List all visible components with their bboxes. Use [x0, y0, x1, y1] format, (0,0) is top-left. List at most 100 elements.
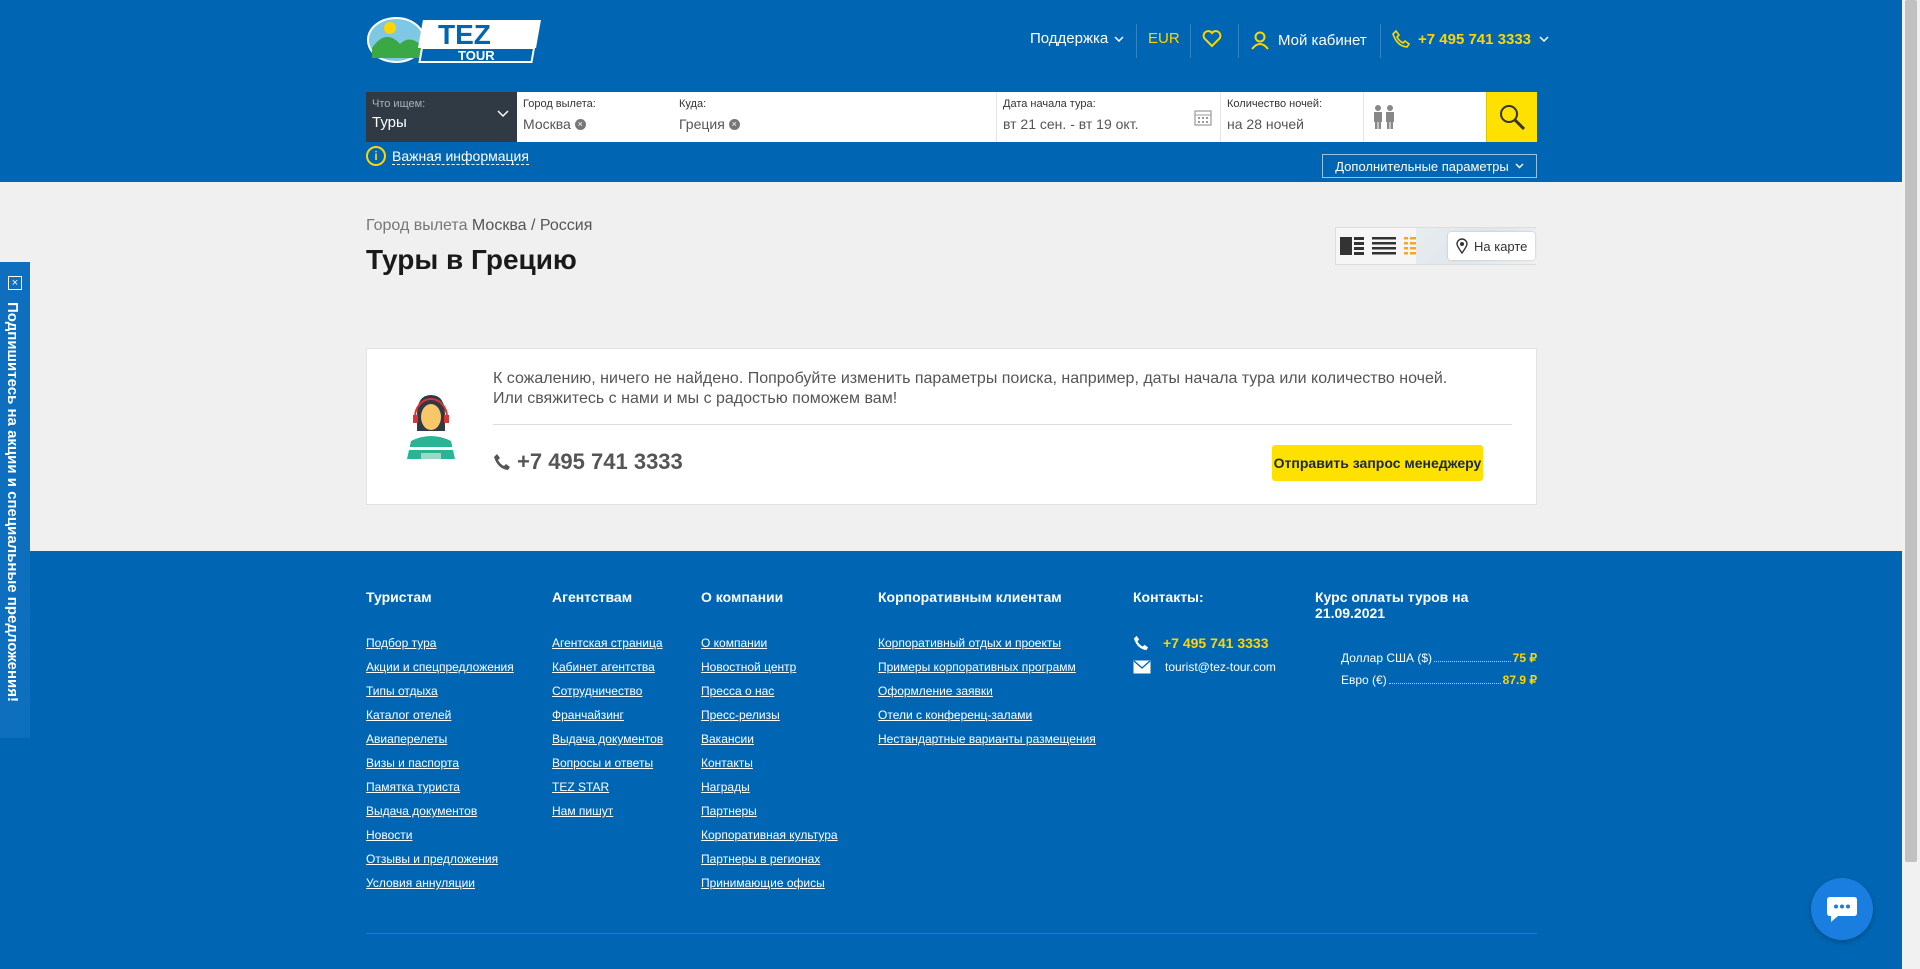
page-scrollbar[interactable] — [1902, 0, 1920, 969]
footer-link[interactable]: Типы отдыха — [366, 679, 514, 703]
footer-link[interactable]: Кабинет агентства — [552, 655, 663, 679]
footer-link[interactable]: Подбор тура — [366, 631, 514, 655]
support-label: Поддержка — [1030, 30, 1109, 47]
favorites-button[interactable] — [1202, 30, 1222, 53]
chevron-down-icon — [1114, 35, 1124, 42]
footer-tourists-title: Туристам — [366, 589, 432, 605]
footer-link[interactable]: Пресса о нас — [701, 679, 838, 703]
map-view-button[interactable]: На карте — [1448, 232, 1536, 260]
header-phone[interactable]: +7 495 741 3333 — [1392, 30, 1549, 48]
footer-link[interactable]: Оформление заявки — [878, 679, 1096, 703]
map-pin-icon — [1456, 238, 1468, 254]
important-info-label: Важная информация — [392, 147, 529, 165]
tour-dates-value: вт 21 сен. - вт 19 окт. — [1003, 116, 1139, 132]
footer-link[interactable]: Отели с конференц-залами — [878, 703, 1096, 727]
close-icon[interactable]: × — [8, 276, 22, 290]
footer-link[interactable]: Франчайзинг — [552, 703, 663, 727]
footer-link[interactable]: Выдача документов — [366, 799, 514, 823]
grid-view-icon — [1340, 237, 1364, 255]
footer-link[interactable]: Партнеры — [701, 799, 838, 823]
footer-link[interactable]: Сотрудничество — [552, 679, 663, 703]
footer-link[interactable]: Корпоративный отдых и проекты — [878, 631, 1096, 655]
footer-link[interactable]: Условия аннуляции — [366, 871, 514, 895]
map-view-label: На карте — [1474, 238, 1528, 254]
footer-link[interactable]: Агентская страница — [552, 631, 663, 655]
travelers-field[interactable] — [1364, 92, 1486, 142]
chevron-down-icon — [497, 110, 509, 118]
my-cabinet-link[interactable]: Мой кабинет — [1250, 30, 1367, 50]
footer-link[interactable]: Новостной центр — [701, 655, 838, 679]
view-grid-button[interactable] — [1336, 228, 1368, 264]
footer-contacts-title: Контакты: — [1133, 589, 1204, 605]
tour-dates-field[interactable]: Дата начала тура: вт 21 сен. - вт 19 окт… — [997, 92, 1221, 142]
nav-divider — [1380, 24, 1381, 58]
scrollbar-thumb[interactable] — [1905, 0, 1917, 862]
clear-departure-icon[interactable]: × — [574, 118, 586, 130]
departure-city-field[interactable]: Город вылета: Москва × — [517, 92, 673, 142]
search-button[interactable] — [1486, 92, 1537, 142]
footer-link[interactable]: Памятка туриста — [366, 775, 514, 799]
info-icon: i — [366, 146, 386, 166]
footer-link[interactable]: Корпоративная культура — [701, 823, 838, 847]
svg-text:TOUR: TOUR — [458, 48, 495, 63]
send-request-button[interactable]: Отправить запрос менеджеру — [1272, 445, 1483, 481]
footer-link[interactable]: Визы и паспорта — [366, 751, 514, 775]
footer-col-contacts: Контакты: +7 495 741 3333 tourist@tez-to… — [1133, 589, 1276, 679]
chat-bubble-icon — [1827, 897, 1857, 922]
footer-link[interactable]: Контакты — [701, 751, 838, 775]
nights-value: на 28 ночей — [1227, 116, 1304, 132]
footer-link[interactable]: Принимающие офисы — [701, 871, 838, 895]
tour-search-bar: Что ищем: Туры Город вылета: Москва × Куд… — [366, 92, 1537, 142]
chat-button[interactable] — [1811, 878, 1873, 940]
footer-link[interactable]: Новости — [366, 823, 514, 847]
chevron-down-icon — [1539, 36, 1549, 42]
site-footer: Туристам Подбор тура Акции и спецпредлож… — [0, 551, 1902, 969]
destination-field[interactable]: Куда: Греция × — [673, 92, 997, 142]
nights-field[interactable]: Количество ночей: на 28 ночей — [1221, 92, 1364, 142]
footer-link[interactable]: Авиаперелеты — [366, 727, 514, 751]
user-icon — [1251, 31, 1269, 50]
footer-col-company: О компании О компании Новостной центр Пр… — [701, 589, 838, 895]
footer-link[interactable]: Отзывы и предложения — [366, 847, 514, 871]
search-type-select[interactable]: Что ищем: Туры — [366, 92, 517, 142]
footer-link[interactable]: Нам пишут — [552, 799, 663, 823]
currency-switch[interactable]: EUR — [1148, 30, 1180, 47]
footer-rates-title: Курс оплаты туров на 21.09.2021 — [1315, 589, 1469, 621]
footer-link[interactable]: Каталог отелей — [366, 703, 514, 727]
footer-link[interactable]: Акции и спецпредложения — [366, 655, 514, 679]
view-list-button[interactable] — [1368, 228, 1400, 264]
page-title: Туры в Грецию — [366, 244, 577, 275]
footer-col-tourists: Туристам Подбор тура Акции и спецпредлож… — [366, 589, 514, 895]
footer-link[interactable]: Награды — [701, 775, 838, 799]
phone-icon — [1392, 30, 1410, 48]
footer-link[interactable]: О компании — [701, 631, 838, 655]
rate-value: 87.9 ₽ — [1502, 673, 1537, 687]
footer-link[interactable]: Вакансии — [701, 727, 838, 751]
breadcrumb-city: Москва / Россия — [471, 217, 593, 234]
subscribe-side-tab[interactable]: × Подпишитесь на акции и специальные пре… — [0, 262, 30, 738]
nav-divider — [1136, 24, 1137, 58]
footer-company-title: О компании — [701, 589, 784, 605]
footer-email[interactable]: tourist@tez-tour.com — [1133, 655, 1276, 679]
support-menu[interactable]: Поддержка — [1030, 30, 1124, 47]
calendar-icon[interactable] — [1194, 108, 1212, 126]
clear-destination-icon[interactable]: × — [728, 118, 740, 130]
footer-link[interactable]: Выдача документов — [552, 727, 663, 751]
footer-link[interactable]: Вопросы и ответы — [552, 751, 663, 775]
extra-params-button[interactable]: Дополнительные параметры — [1322, 154, 1537, 178]
footer-link[interactable]: Примеры корпоративных программ — [878, 655, 1096, 679]
departure-city-value: Москва — [523, 116, 571, 132]
important-info-link[interactable]: i Важная информация — [366, 146, 529, 166]
header-phone-number: +7 495 741 3333 — [1418, 30, 1532, 48]
footer-link[interactable]: Партнеры в регионах — [701, 847, 838, 871]
tez-tour-logo[interactable]: TEZ TOUR — [366, 14, 544, 64]
no-results-phone[interactable]: +7 495 741 3333 — [493, 449, 683, 475]
footer-phone[interactable]: +7 495 741 3333 — [1133, 631, 1276, 655]
footer-link[interactable]: Нестандартные варианты размещения — [878, 727, 1096, 751]
footer-link[interactable]: TEZ STAR — [552, 775, 663, 799]
no-results-message: К сожалению, ничего не найдено. Попробуй… — [493, 369, 1513, 409]
footer-link[interactable]: Пресс-релизы — [701, 703, 838, 727]
destination-label: Куда: — [679, 98, 707, 110]
panel-divider — [493, 424, 1512, 425]
search-icon — [1500, 105, 1526, 131]
